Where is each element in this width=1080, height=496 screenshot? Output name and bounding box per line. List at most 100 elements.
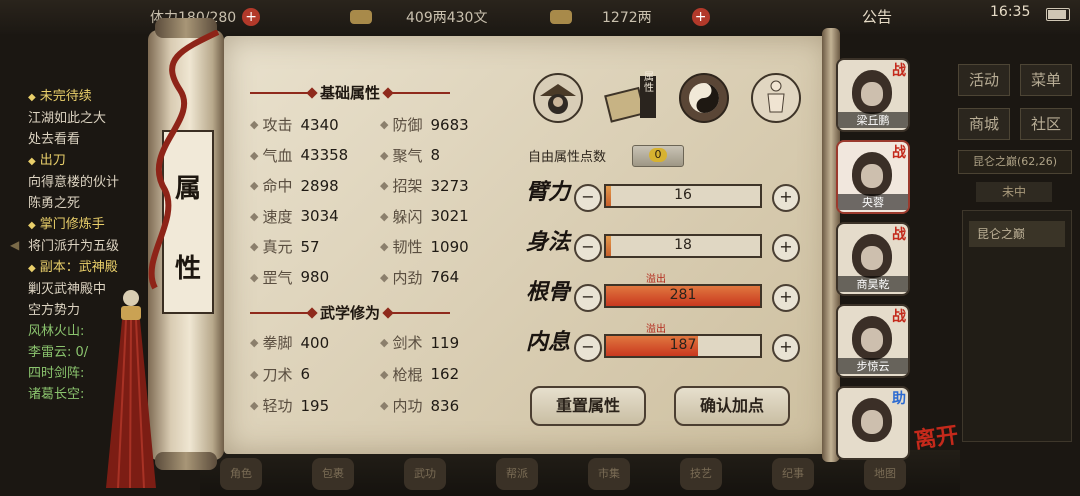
stat-value: 3034	[300, 207, 339, 225]
location-list: 昆仑之巅	[962, 210, 1072, 442]
tassel-cord-icon	[148, 30, 220, 290]
equipment-tab-icon[interactable]	[532, 72, 584, 124]
stat-value: 8	[430, 146, 441, 164]
increase-button[interactable]: +	[772, 234, 800, 262]
attribute-name: 身法	[526, 229, 571, 255]
basic-heading: 基础属性	[250, 82, 451, 103]
clock: 16:35	[990, 4, 1031, 20]
stat-value: 764	[430, 268, 460, 286]
stat-name: 真元	[262, 238, 293, 256]
stat-value: 4340	[300, 115, 339, 134]
stat-value: 57	[300, 237, 320, 256]
reset-attributes-button[interactable]: 重置属性	[530, 386, 646, 426]
community-button[interactable]: 社区	[1020, 108, 1072, 140]
confirm-points-button[interactable]: 确认加点	[674, 386, 790, 426]
stat-item: 躲闪 3021	[380, 206, 504, 227]
stat-name: 攻击	[262, 116, 293, 134]
coin-icon	[350, 10, 372, 24]
portrait	[852, 398, 892, 442]
stat-item: 真元 57	[250, 236, 374, 257]
bottom-nav-item[interactable]: 武功	[404, 458, 446, 490]
stat-name: 拳脚	[262, 334, 293, 352]
stat-value: 980	[300, 268, 330, 286]
meridian-tab-icon[interactable]	[750, 72, 802, 124]
martial-heading: 武学修为	[250, 302, 451, 323]
bottom-nav-item[interactable]: 市集	[588, 458, 630, 490]
menu-button[interactable]: 菜单	[1020, 64, 1072, 96]
stat-name: 剑术	[392, 334, 423, 352]
stat-name: 内功	[392, 397, 423, 415]
attribute-bar: 16	[604, 184, 762, 208]
stat-value: 119	[430, 333, 460, 352]
bottom-nav-item[interactable]: 纪事	[772, 458, 814, 490]
free-points-label: 自由属性点数	[528, 150, 607, 165]
portrait	[852, 316, 892, 360]
collapse-arrow-icon[interactable]: ◀	[10, 238, 19, 252]
stat-item: 攻击 4340	[250, 114, 374, 135]
stat-value: 3273	[430, 176, 469, 195]
bottom-nav-item[interactable]: 角色	[220, 458, 262, 490]
stat-item: 内劲 764	[380, 267, 504, 288]
leave-button[interactable]: 离开	[912, 417, 960, 455]
stat-name: 躲闪	[392, 207, 423, 226]
stat-item: 防御 9683	[380, 114, 504, 135]
portrait	[852, 70, 892, 114]
activity-button[interactable]: 活动	[958, 64, 1010, 96]
stat-value: 43358	[300, 146, 349, 164]
decrease-button[interactable]: −	[574, 334, 602, 362]
stat-item: 内功 836	[380, 395, 504, 416]
location-label: 昆仑之巅(62,26)	[958, 150, 1072, 174]
stat-name: 速度	[262, 207, 293, 226]
portrait	[852, 234, 892, 278]
stat-name: 防御	[392, 116, 423, 134]
increase-button[interactable]: +	[772, 184, 800, 212]
bottom-nav-item[interactable]: 包裹	[312, 458, 354, 490]
role-badge: 助	[892, 391, 906, 407]
overflow-label: 溢出	[646, 324, 666, 335]
free-points-value: 0	[649, 148, 667, 162]
stat-name: 气血	[262, 146, 293, 165]
mall-button[interactable]: 商城	[958, 108, 1010, 140]
portrait	[852, 152, 892, 196]
character-name: 步惊云	[838, 358, 908, 374]
bottom-nav-item[interactable]: 技艺	[680, 458, 722, 490]
stat-name: 轻功	[262, 397, 293, 415]
add-silver-button[interactable]: +	[691, 8, 710, 26]
stat-value: 9683	[430, 115, 469, 134]
stat-value: 162	[430, 365, 460, 383]
list-item[interactable]: 昆仑之巅	[969, 221, 1065, 247]
silver-display: 1272两 +	[550, 6, 710, 28]
attribute-value: 187	[669, 337, 697, 353]
ingot-icon	[550, 10, 572, 24]
stat-name: 聚气	[392, 146, 423, 165]
notice-button[interactable]: 公告	[862, 6, 892, 27]
increase-button[interactable]: +	[772, 334, 800, 362]
stat-name: 内劲	[392, 268, 423, 287]
stat-value: 2898	[300, 176, 339, 195]
battery-icon	[1046, 8, 1070, 21]
role-badge: 战	[892, 309, 906, 325]
silver-text: 1272两	[602, 10, 652, 26]
decrease-button[interactable]: −	[574, 234, 602, 262]
stat-value: 195	[300, 396, 330, 415]
bottom-nav-item[interactable]: 帮派	[496, 458, 538, 490]
decrease-button[interactable]: −	[574, 184, 602, 212]
attribute-tab[interactable]: 属性	[604, 72, 662, 126]
copper-display: 409两430文	[350, 6, 487, 28]
increase-button[interactable]: +	[772, 284, 800, 312]
stat-name: 命中	[262, 177, 293, 195]
stat-name: 罡气	[262, 268, 293, 287]
location-sub[interactable]: 未中	[976, 182, 1052, 202]
stat-item: 气血 43358	[250, 145, 374, 166]
bottom-nav-item[interactable]: 地图	[864, 458, 906, 490]
role-badge: 战	[892, 145, 906, 161]
overflow-label: 溢出	[646, 274, 666, 285]
stat-item: 命中 2898	[250, 175, 374, 196]
stat-value: 1090	[430, 237, 469, 256]
bagua-tab-icon[interactable]	[678, 72, 730, 124]
decrease-button[interactable]: −	[574, 284, 602, 312]
add-stamina-button[interactable]: +	[242, 8, 261, 26]
character-name: 央蓉	[838, 194, 908, 210]
stat-name: 枪棍	[392, 365, 423, 384]
attribute-value: 18	[674, 237, 692, 253]
